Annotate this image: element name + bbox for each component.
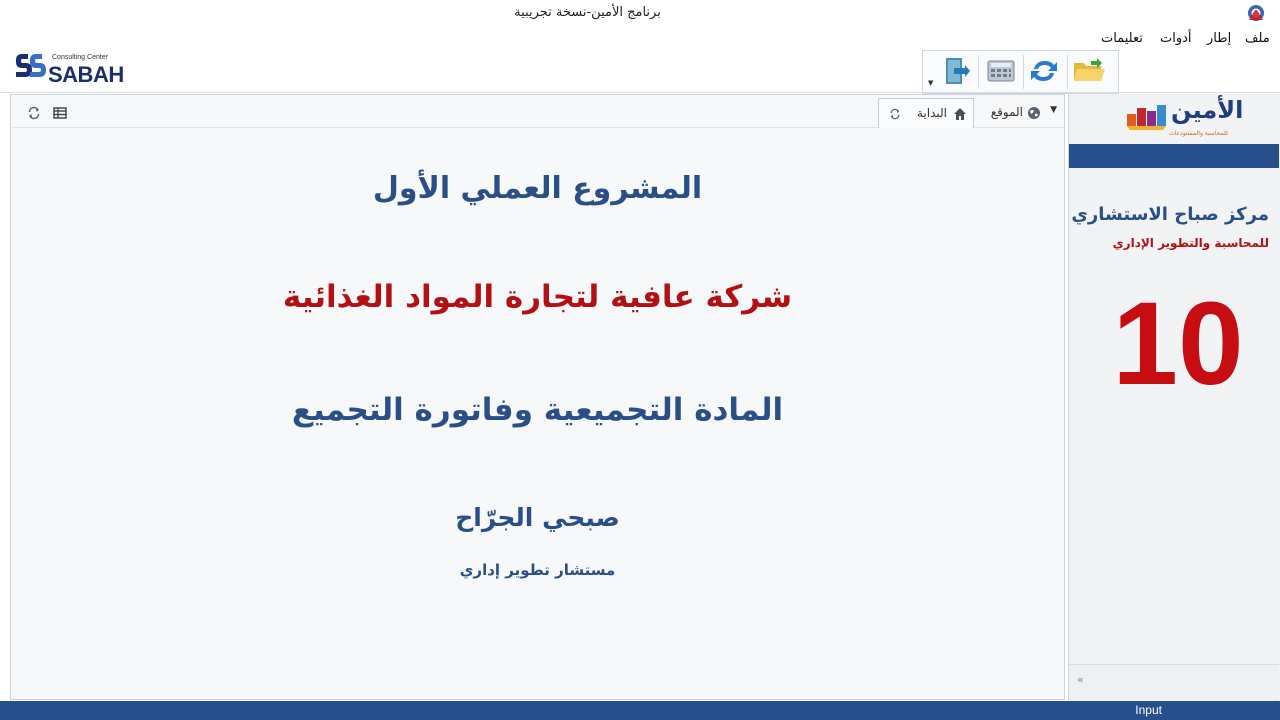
exit-icon xyxy=(946,58,970,84)
company-heading: شركة عافية لتجارة المواد الغذائية xyxy=(282,279,793,315)
tab-start[interactable]: البداية xyxy=(878,98,974,128)
logo-small-text: Consulting Center xyxy=(52,54,109,61)
menu-frame[interactable]: إطار xyxy=(1207,31,1231,46)
alamin-logo-icon xyxy=(1127,105,1166,130)
author-title: مستشار تطوير إداري xyxy=(459,561,616,579)
refresh-button[interactable] xyxy=(1026,53,1062,89)
company-logo: Consulting Center SABAH xyxy=(12,48,124,88)
grid-icon[interactable] xyxy=(53,105,67,119)
document-panel: البداية ▼ الموقع المشروع العملي الأول شر… xyxy=(10,94,1065,700)
alamin-logo-word: الأمين xyxy=(1171,96,1244,124)
status-bar: Input xyxy=(0,701,1280,720)
center-subtitle: للمحاسبة والتطوير الإداري xyxy=(1112,236,1269,250)
title-bar: برنامج الأمين-نسخة تجريبية xyxy=(0,0,1280,26)
toolbar-dropdown-icon[interactable]: ▼ xyxy=(928,79,933,87)
globe-icon xyxy=(1028,107,1040,119)
side-footer: « xyxy=(1069,664,1279,701)
alamin-logo: الأمين للمحاسبة والمستودعات xyxy=(1125,96,1245,144)
tab-location[interactable]: ▼ الموقع xyxy=(977,98,1059,127)
app-icon[interactable] xyxy=(1246,3,1266,23)
menu-file[interactable]: ملف xyxy=(1245,31,1270,46)
refresh-icon xyxy=(1031,61,1057,81)
project-heading: المشروع العملي الأول xyxy=(372,171,703,206)
tab-dropdown-icon[interactable]: ▼ xyxy=(1050,105,1057,115)
window-title: برنامج الأمين-نسخة تجريبية xyxy=(514,5,661,20)
sabah-logo-icon xyxy=(16,54,46,77)
tab-location-label: الموقع xyxy=(990,105,1023,119)
folder-icon xyxy=(1074,58,1105,81)
author-name: صبحي الجرّاح xyxy=(455,503,620,532)
calculator-icon xyxy=(987,60,1015,82)
center-title: مركز صباح الاستشاري xyxy=(1071,204,1269,225)
side-panel: الأمين للمحاسبة والمستودعات مركز صباح ال… xyxy=(1068,94,1280,701)
topic-heading: المادة التجميعية وفاتورة التجميع xyxy=(291,392,784,428)
menu-bar: ملف إطار أدوات تعليمات xyxy=(0,28,1280,50)
logo-name: SABAH xyxy=(48,62,124,87)
refresh-small-icon[interactable] xyxy=(27,105,41,120)
status-input-mode: Input xyxy=(1135,703,1162,717)
tab-start-label: البداية xyxy=(916,106,947,120)
lesson-number: 10 xyxy=(1112,278,1244,410)
document-toolbar: البداية ▼ الموقع xyxy=(11,95,1064,128)
exit-button[interactable] xyxy=(937,53,973,89)
collapse-icon[interactable]: « xyxy=(1077,673,1084,686)
menu-tools[interactable]: أدوات xyxy=(1160,31,1192,46)
alamin-logo-sub: للمحاسبة والمستودعات xyxy=(1169,130,1228,137)
open-button[interactable] xyxy=(1071,53,1107,89)
side-accent-bar xyxy=(1069,144,1279,168)
main-toolbar: ▼ xyxy=(922,50,1119,94)
menu-help[interactable]: تعليمات xyxy=(1101,31,1143,46)
home-icon xyxy=(954,108,966,120)
tab-refresh-icon[interactable] xyxy=(889,108,901,120)
calculator-button[interactable] xyxy=(983,53,1019,89)
